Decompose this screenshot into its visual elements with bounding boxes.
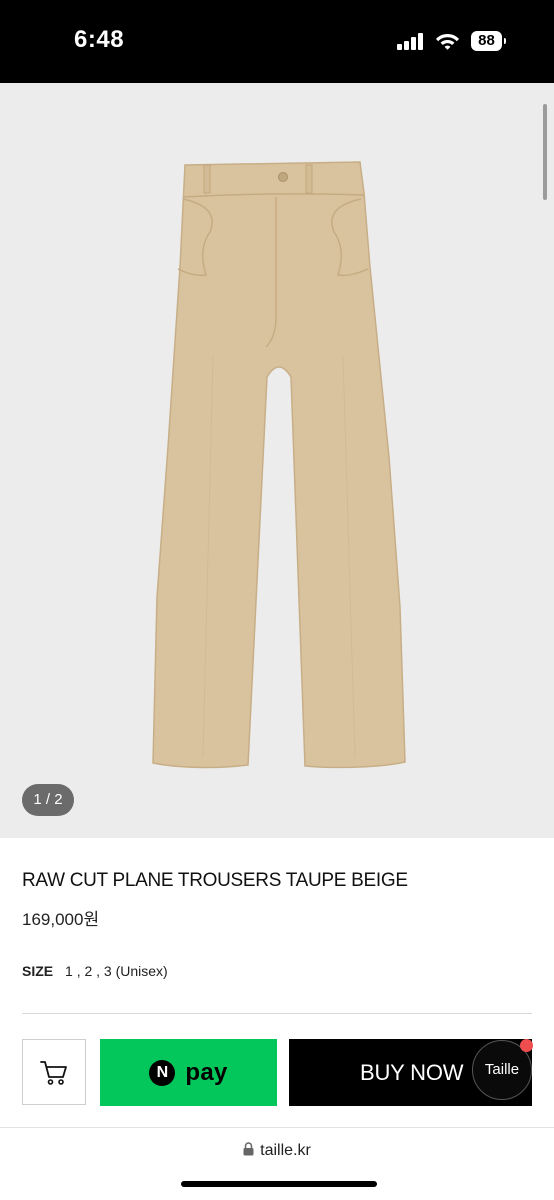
npay-label: pay	[185, 1058, 228, 1086]
image-page-indicator: 1 / 2	[22, 784, 74, 816]
add-to-cart-button[interactable]	[22, 1039, 86, 1105]
status-bar: 6:48 88	[0, 0, 554, 83]
browser-divider	[0, 1127, 554, 1128]
npay-button[interactable]: N pay	[100, 1039, 277, 1106]
url-bar[interactable]: taille.kr	[0, 1142, 554, 1160]
buy-now-label: BUY NOW	[360, 1060, 464, 1085]
size-info: SIZE 1 , 2 , 3 (Unisex)	[22, 963, 168, 979]
cart-icon	[40, 1061, 67, 1085]
wifi-icon	[436, 34, 459, 50]
battery-indicator: 88	[471, 31, 506, 51]
url-text: taille.kr	[260, 1142, 311, 1159]
taille-chat-label: Taille	[484, 1061, 520, 1078]
signal-icon	[397, 33, 423, 50]
size-values: 1 , 2 , 3 (Unisex)	[65, 963, 168, 979]
product-image-gallery[interactable]: 1 / 2	[0, 83, 554, 838]
divider	[22, 1013, 532, 1014]
battery-tip	[504, 38, 506, 44]
home-indicator[interactable]	[181, 1181, 377, 1187]
product-price: 169,000원	[22, 910, 100, 929]
npay-logo: N	[149, 1059, 176, 1086]
lock-icon	[243, 1142, 254, 1156]
status-time: 6:48	[74, 26, 125, 53]
notification-dot	[520, 1039, 533, 1052]
scrollbar[interactable]	[543, 104, 547, 200]
product-image	[152, 161, 406, 769]
battery-level: 88	[471, 31, 502, 51]
product-title: RAW CUT PLANE TROUSERS TAUPE BEIGE	[22, 870, 408, 891]
size-label: SIZE	[22, 963, 54, 979]
